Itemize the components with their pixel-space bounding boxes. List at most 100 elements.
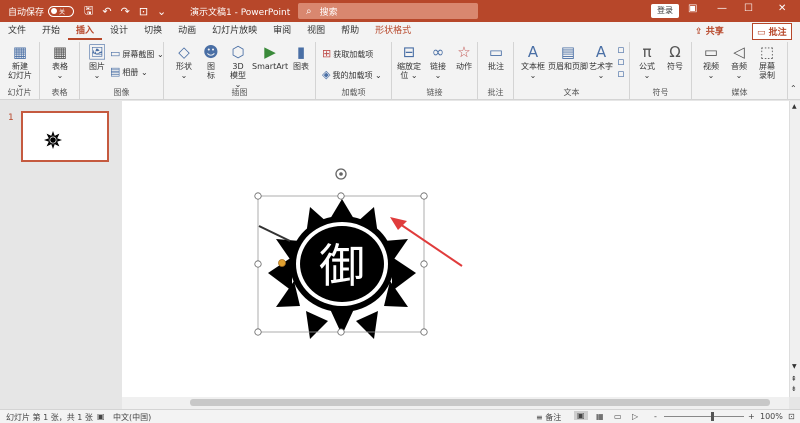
my-addins-button[interactable]: ◈ 我的加载项 ⌄ xyxy=(322,69,392,81)
screenshot-button[interactable]: ▭ 屏幕截图 ⌄ xyxy=(110,48,164,60)
zoom-button[interactable]: ⊟ 缩放定 位 ⌄ xyxy=(394,44,424,80)
tab-design[interactable]: 设计 xyxy=(102,22,136,40)
resize-handle-n[interactable] xyxy=(337,192,345,200)
slide-sorter-icon[interactable]: ▦ xyxy=(596,412,604,421)
save-icon[interactable]: 🖫 xyxy=(84,2,93,21)
group-label-comments: 批注 xyxy=(487,88,504,97)
scroll-up-icon[interactable]: ▲ xyxy=(792,103,797,110)
undo-icon[interactable]: ↶ xyxy=(102,5,111,18)
action-button[interactable]: ☆ 动作 xyxy=(452,44,476,71)
zoom-icon: ⊟ xyxy=(402,43,416,61)
redo-icon[interactable]: ↷ xyxy=(121,5,130,18)
icons-button[interactable]: ☻ 图 标 xyxy=(200,44,222,80)
group-addins: ⊞ 获取加载项 ◈ 我的加载项 ⌄ 加载项 xyxy=(316,42,392,99)
pi-icon: π xyxy=(642,43,652,61)
resize-handle-sw[interactable] xyxy=(254,328,262,336)
search-icon: ⌕ xyxy=(306,5,312,17)
group-label-media: 媒体 xyxy=(731,88,748,97)
insert-comment-button[interactable]: ▭ 批注 xyxy=(482,44,510,71)
scroll-down-icon[interactable]: ▼ xyxy=(792,363,797,370)
comments-button[interactable]: ▭ 批注 xyxy=(752,23,792,40)
group-label-text: 文本 xyxy=(563,88,580,97)
reading-view-icon[interactable]: ▭ xyxy=(614,412,622,421)
connector-line xyxy=(258,225,291,242)
zoom-level[interactable]: 100% xyxy=(760,412,783,421)
table-button[interactable]: ▦ 表格 ⌄ xyxy=(46,44,74,80)
language-status[interactable]: 中文(中国) xyxy=(113,412,151,423)
thumbnail-shape xyxy=(44,131,62,149)
zoom-out-button[interactable]: - xyxy=(654,412,657,421)
resize-handle-ne[interactable] xyxy=(420,192,428,200)
zoom-slider-track[interactable] xyxy=(664,416,744,417)
tab-animations[interactable]: 动画 xyxy=(170,22,204,40)
tab-help[interactable]: 帮助 xyxy=(333,22,367,40)
slideshow-icon[interactable]: ▷ xyxy=(632,412,638,421)
ribbon-display-icon[interactable]: ▣ xyxy=(688,3,697,14)
present-icon[interactable]: ⊡ xyxy=(139,5,148,18)
new-slide-button[interactable]: ▦ 新建 幻灯片 ⌄ xyxy=(4,44,36,89)
search-box[interactable]: ⌕ 搜索 xyxy=(298,3,478,19)
shapes-button[interactable]: ◇ 形状 ⌄ xyxy=(172,44,196,80)
group-illustrations: ◇ 形状 ⌄ ☻ 图 标 ⬡ 3D 模型 ⌄ ▶ SmartArt ▮ 图表 插… xyxy=(164,42,316,99)
zoom-in-button[interactable]: + xyxy=(748,412,755,421)
3d-model-button[interactable]: ⬡ 3D 模型 ⌄ xyxy=(226,44,250,89)
resize-handle-s[interactable] xyxy=(337,328,345,336)
next-slide-icon[interactable]: ⇟ xyxy=(791,385,797,393)
adjust-handle[interactable] xyxy=(278,259,286,267)
chart-icon: ▮ xyxy=(296,43,306,61)
resize-handle-nw[interactable] xyxy=(254,192,262,200)
cube-icon: ⬡ xyxy=(231,43,245,61)
get-addins-button[interactable]: ⊞ 获取加载项 xyxy=(322,48,392,60)
tab-insert[interactable]: 插入 xyxy=(68,22,103,40)
tab-view[interactable]: 视图 xyxy=(299,22,333,40)
fit-to-window-icon[interactable]: ⊡ xyxy=(788,412,795,421)
screenshot-icon: ▭ xyxy=(110,47,121,60)
autosave-toggle[interactable]: 关 xyxy=(48,5,75,17)
normal-view-icon[interactable]: ▣ xyxy=(574,411,588,420)
chart-button[interactable]: ▮ 图表 xyxy=(289,44,313,71)
text-more-buttons[interactable]: ▫ ▫ ▫ xyxy=(615,44,629,80)
table-icon: ▦ xyxy=(52,43,68,61)
video-button[interactable]: ▭ 视频 ⌄ xyxy=(698,44,724,80)
tab-transitions[interactable]: 切换 xyxy=(136,22,170,40)
login-button[interactable]: 登录 xyxy=(651,4,679,18)
picture-button[interactable]: 🖼 图片 ⌄ xyxy=(84,44,110,80)
zoom-slider-thumb[interactable] xyxy=(711,412,714,421)
screen-record-icon: ⬚ xyxy=(759,43,775,61)
slide-canvas[interactable]: 御 xyxy=(122,101,789,397)
vertical-scrollbar[interactable]: ▲ ▼ ⇞ ⇟ xyxy=(789,101,800,397)
link-button[interactable]: ∞ 链接 ⌄ xyxy=(426,44,450,80)
wordart-button[interactable]: A 艺术字 ⌄ xyxy=(588,44,614,80)
share-button[interactable]: ⇪ 共享 xyxy=(695,24,724,37)
notes-button[interactable]: ≡ 备注 xyxy=(536,412,561,423)
tab-review[interactable]: 审阅 xyxy=(265,22,299,40)
equation-button[interactable]: π 公式 ⌄ xyxy=(634,44,660,80)
tab-shape-format[interactable]: 形状格式 xyxy=(367,22,419,40)
smartart-button[interactable]: ▶ SmartArt xyxy=(252,44,288,71)
resize-handle-w[interactable] xyxy=(254,260,262,268)
customize-icon[interactable]: ⌄ xyxy=(157,5,166,18)
slide-thumbnail-pane: 1 xyxy=(0,101,122,409)
audio-button[interactable]: ◁ 音频 ⌄ xyxy=(726,44,752,80)
textbox-button[interactable]: A 文本框 ⌄ xyxy=(516,44,550,80)
tab-file[interactable]: 文件 xyxy=(0,22,34,40)
symbol-button[interactable]: Ω 符号 xyxy=(662,44,688,71)
screen-recording-button[interactable]: ⬚ 屏幕 录制 xyxy=(754,44,780,80)
album-button[interactable]: ▤ 相册 ⌄ xyxy=(110,66,164,78)
share-icon: ⇪ xyxy=(695,27,703,37)
maximize-icon[interactable]: ☐ xyxy=(744,3,753,14)
accessibility-icon[interactable]: ▣ xyxy=(97,412,105,421)
resize-handle-e[interactable] xyxy=(420,260,428,268)
resize-handle-se[interactable] xyxy=(420,328,428,336)
close-icon[interactable]: ✕ xyxy=(778,3,786,14)
rotate-handle-icon[interactable] xyxy=(335,168,347,180)
tab-home[interactable]: 开始 xyxy=(34,22,68,40)
slide-thumbnail[interactable] xyxy=(21,111,109,162)
collapse-ribbon-icon[interactable]: ⌃ xyxy=(790,84,797,93)
horizontal-scroll-thumb[interactable] xyxy=(190,399,770,406)
tab-slideshow[interactable]: 幻灯片放映 xyxy=(204,22,265,40)
header-footer-button[interactable]: ▤ 页眉和页脚 xyxy=(548,44,588,71)
speaker-icon: ◁ xyxy=(733,43,745,61)
minimize-icon[interactable]: — xyxy=(717,3,727,14)
prev-slide-icon[interactable]: ⇞ xyxy=(791,375,797,383)
